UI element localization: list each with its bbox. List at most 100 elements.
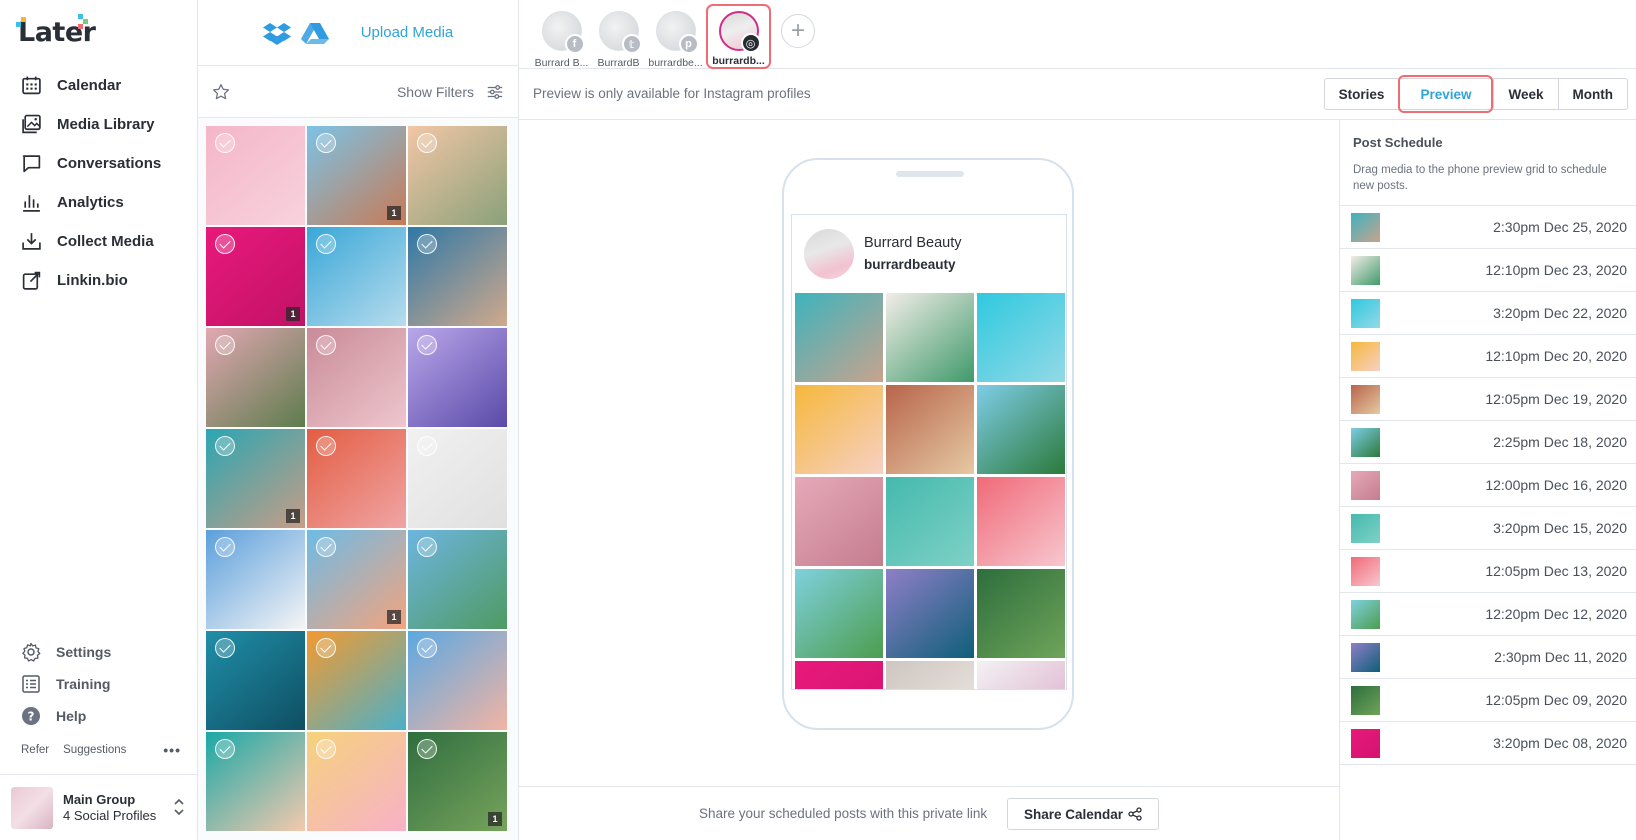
more-options-icon[interactable]: ••• [163, 742, 181, 758]
select-checkbox-icon[interactable] [316, 436, 336, 456]
grid-post[interactable] [977, 293, 1065, 382]
nav-settings[interactable]: Settings [0, 636, 198, 668]
nav-linkin-bio[interactable]: Linkin.bio [0, 261, 198, 300]
profile-t[interactable]: 𝕥 BurrardB [590, 11, 647, 69]
profile-f[interactable]: f Burrard B... [533, 11, 590, 69]
share-calendar-button[interactable]: Share Calendar [1007, 798, 1160, 830]
star-icon[interactable] [212, 83, 230, 101]
scheduled-post-row[interactable]: 12:20pm Dec 12, 2020 [1340, 593, 1636, 636]
media-tile[interactable]: 1 [206, 429, 305, 528]
media-tile[interactable] [408, 126, 507, 225]
grid-post[interactable] [977, 477, 1065, 566]
grid-post[interactable] [886, 293, 974, 382]
media-tile[interactable] [206, 732, 305, 831]
nav-media-library[interactable]: Media Library [0, 105, 198, 144]
grid-post[interactable] [795, 661, 883, 689]
select-checkbox-icon[interactable] [215, 638, 235, 658]
media-tile[interactable] [307, 732, 406, 831]
media-tile[interactable] [408, 227, 507, 326]
grid-post[interactable] [886, 385, 974, 474]
media-tile[interactable] [206, 530, 305, 629]
tab-preview[interactable]: Preview [1398, 75, 1494, 113]
scheduled-post-row[interactable]: 3:20pm Dec 15, 2020 [1340, 507, 1636, 550]
group-switcher[interactable]: Main Group 4 Social Profiles [0, 774, 198, 840]
nav-analytics[interactable]: Analytics [0, 183, 198, 222]
select-checkbox-icon[interactable] [215, 739, 235, 759]
select-checkbox-icon[interactable] [417, 739, 437, 759]
media-tile[interactable] [307, 328, 406, 427]
tab-week[interactable]: Week [1493, 79, 1557, 109]
google-drive-icon[interactable] [300, 20, 329, 46]
select-checkbox-icon[interactable] [316, 537, 336, 557]
media-tile[interactable] [408, 530, 507, 629]
profile-p[interactable]: p burrardbe... [647, 11, 704, 69]
media-tile[interactable] [307, 227, 406, 326]
select-checkbox-icon[interactable] [417, 335, 437, 355]
tab-month[interactable]: Month [1557, 79, 1627, 109]
scheduled-post-row[interactable]: 2:30pm Dec 11, 2020 [1340, 636, 1636, 679]
select-checkbox-icon[interactable] [417, 537, 437, 557]
upload-media-link[interactable]: Upload Media [361, 24, 454, 41]
grid-post[interactable] [795, 569, 883, 658]
nav-conversations[interactable]: Conversations [0, 144, 198, 183]
scheduled-post-row[interactable]: 3:20pm Dec 22, 2020 [1340, 292, 1636, 335]
nav-calendar[interactable]: Calendar [0, 66, 198, 105]
media-tile[interactable] [206, 631, 305, 730]
scheduled-post-row[interactable]: 3:20pm Dec 08, 2020 [1340, 722, 1636, 765]
select-checkbox-icon[interactable] [417, 638, 437, 658]
add-profile-button[interactable]: + [781, 14, 815, 48]
nav-help[interactable]: ? Help [0, 700, 198, 732]
scheduled-post-row[interactable]: 12:10pm Dec 23, 2020 [1340, 249, 1636, 292]
scheduled-post-row[interactable]: 2:30pm Dec 25, 2020 [1340, 206, 1636, 249]
select-checkbox-icon[interactable] [316, 234, 336, 254]
scheduled-post-row[interactable]: 12:05pm Dec 13, 2020 [1340, 550, 1636, 593]
scheduled-post-row[interactable]: 12:00pm Dec 16, 2020 [1340, 464, 1636, 507]
media-tile[interactable]: 1 [408, 732, 507, 831]
grid-post[interactable] [795, 477, 883, 566]
select-checkbox-icon[interactable] [215, 436, 235, 456]
later-logo[interactable]: Later [16, 14, 96, 48]
select-checkbox-icon[interactable] [215, 234, 235, 254]
media-tile[interactable] [408, 631, 507, 730]
select-checkbox-icon[interactable] [316, 133, 336, 153]
media-tile[interactable] [206, 328, 305, 427]
show-filters-button[interactable]: Show Filters [397, 84, 474, 100]
scheduled-post-row[interactable]: 12:05pm Dec 09, 2020 [1340, 679, 1636, 722]
grid-post[interactable] [977, 385, 1065, 474]
media-tile[interactable]: 1 [206, 227, 305, 326]
media-tile[interactable] [307, 429, 406, 528]
select-checkbox-icon[interactable] [215, 537, 235, 557]
select-checkbox-icon[interactable] [316, 638, 336, 658]
select-checkbox-icon[interactable] [215, 335, 235, 355]
select-checkbox-icon[interactable] [316, 335, 336, 355]
grid-post[interactable] [795, 385, 883, 474]
select-checkbox-icon[interactable] [316, 739, 336, 759]
select-checkbox-icon[interactable] [417, 436, 437, 456]
select-checkbox-icon[interactable] [417, 133, 437, 153]
select-checkbox-icon[interactable] [215, 133, 235, 153]
select-checkbox-icon[interactable] [417, 234, 437, 254]
grid-post[interactable] [977, 661, 1065, 689]
grid-post[interactable] [977, 569, 1065, 658]
grid-post[interactable] [886, 477, 974, 566]
scheduled-post-row[interactable]: 12:05pm Dec 19, 2020 [1340, 378, 1636, 421]
media-tile[interactable] [206, 126, 305, 225]
media-tile[interactable] [408, 328, 507, 427]
dropbox-icon[interactable] [262, 20, 291, 46]
scheduled-post-row[interactable]: 12:10pm Dec 20, 2020 [1340, 335, 1636, 378]
scheduled-post-row[interactable]: 2:25pm Dec 18, 2020 [1340, 421, 1636, 464]
tab-stories[interactable]: Stories [1325, 79, 1399, 109]
sliders-icon[interactable] [486, 83, 504, 101]
refer-link[interactable]: Refer [21, 744, 49, 756]
media-tile[interactable]: 1 [307, 530, 406, 629]
grid-post[interactable] [886, 569, 974, 658]
grid-post[interactable] [795, 293, 883, 382]
profile-ig[interactable]: ◎ burrardb... [706, 4, 771, 69]
media-tile[interactable] [408, 429, 507, 528]
media-tile[interactable] [307, 631, 406, 730]
grid-post[interactable] [886, 661, 974, 689]
nav-training[interactable]: Training [0, 668, 198, 700]
media-tile[interactable]: 1 [307, 126, 406, 225]
nav-collect-media[interactable]: Collect Media [0, 222, 198, 261]
suggestions-link[interactable]: Suggestions [63, 744, 126, 756]
